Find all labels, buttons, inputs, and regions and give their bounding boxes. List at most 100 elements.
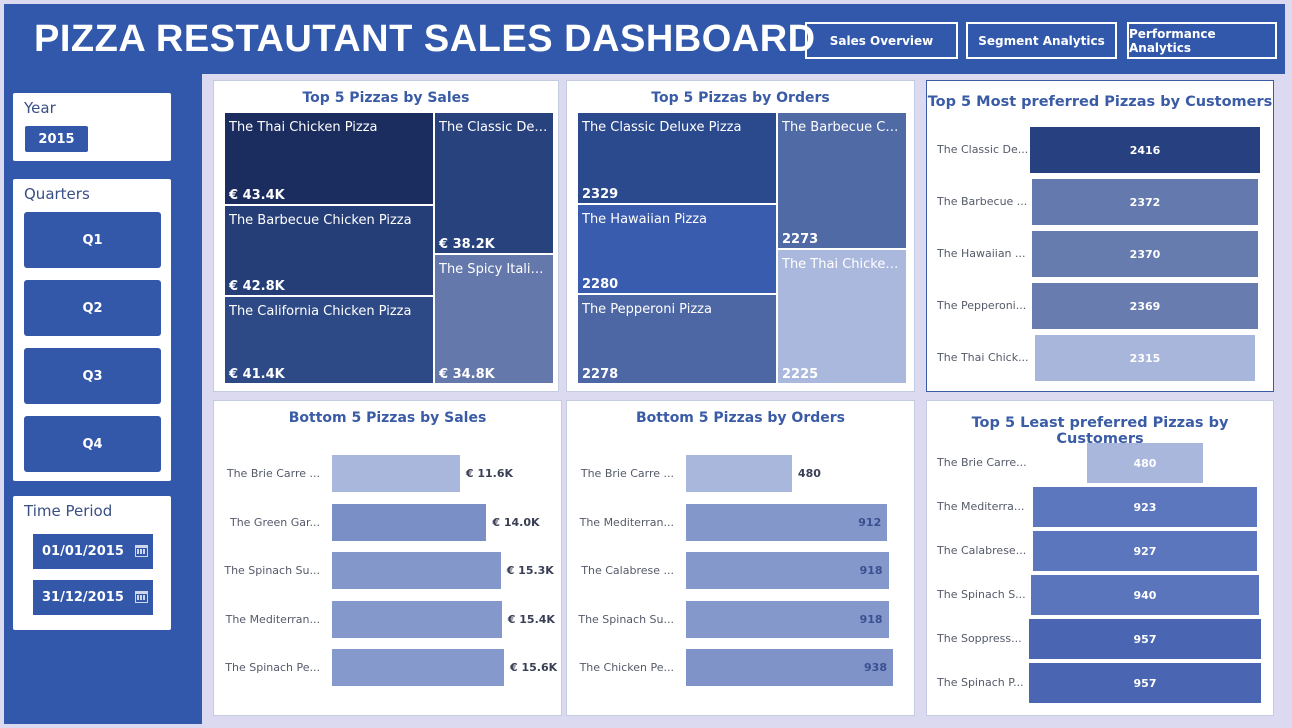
- funnel-bar[interactable]: 2369: [1032, 283, 1258, 329]
- nav-sales-overview-button[interactable]: Sales Overview: [805, 22, 958, 59]
- tile-value: 2278: [582, 367, 619, 382]
- quarter-q4-button[interactable]: Q4: [24, 416, 161, 472]
- funnel-value-label: 957: [1133, 676, 1157, 690]
- treemap-tile[interactable]: The Spicy Italia... € 34.8K: [434, 254, 554, 384]
- treemap-tile[interactable]: The Barbecue Ch... 2273: [777, 112, 907, 249]
- nav-performance-analytics-button[interactable]: Performance Analytics: [1127, 22, 1277, 59]
- tile-value: € 42.8K: [229, 279, 285, 294]
- treemap-tile[interactable]: The Pepperoni Pizza 2278: [577, 294, 777, 384]
- page-title: PIZZA RESTAUTANT SALES DASHBOARD: [34, 18, 816, 60]
- bar-category-label: The Brie Carre ...: [580, 467, 674, 480]
- tile-value: € 41.4K: [229, 367, 285, 382]
- year-chip[interactable]: 2015: [25, 126, 88, 152]
- funnel-category-label: The Brie Carre...: [937, 456, 1027, 469]
- bar[interactable]: [332, 649, 504, 686]
- funnel-bar[interactable]: 2370: [1032, 231, 1258, 277]
- funnel-value-label: 2416: [1129, 143, 1161, 157]
- bar-value-label: 918: [859, 564, 883, 577]
- treemap-tile[interactable]: The Thai Chicken Pizza € 43.4K: [224, 112, 434, 205]
- top-sales-title: Top 5 Pizzas by Sales: [302, 90, 470, 106]
- quarter-q1-button[interactable]: Q1: [24, 212, 161, 268]
- tile-name: The Thai Chicken...: [782, 257, 902, 272]
- funnel-value-label: 2370: [1129, 247, 1161, 261]
- quarters-filter-card: Quarters Q1 Q2 Q3 Q4: [13, 179, 171, 481]
- start-date-value: 01/01/2015: [42, 544, 124, 559]
- funnel-value-label: 940: [1133, 588, 1157, 602]
- funnel-value-label: 2315: [1129, 351, 1161, 365]
- tile-name: The Barbecue Chicken Pizza: [229, 213, 412, 228]
- treemap-tile[interactable]: The Thai Chicken... 2225: [777, 249, 907, 384]
- time-period-card: Time Period 01/01/2015 31/12/2015: [13, 496, 171, 630]
- calendar-icon[interactable]: [135, 545, 148, 557]
- tile-value: 2273: [782, 232, 819, 247]
- most-preferred-funnel-panel: Top 5 Most preferred Pizzas by Customers…: [926, 80, 1274, 392]
- tile-value: 2225: [782, 367, 819, 382]
- start-date-field[interactable]: 01/01/2015: [33, 534, 153, 569]
- treemap-tile[interactable]: The Classic Del... € 38.2K: [434, 112, 554, 254]
- end-date-value: 31/12/2015: [42, 590, 124, 605]
- bar-value-label: € 11.6K: [465, 467, 514, 480]
- funnel-category-label: The Mediterra...: [937, 500, 1025, 513]
- funnel-bar[interactable]: 927: [1032, 531, 1258, 571]
- bar-value-label: € 14.0K: [492, 515, 540, 529]
- bar-category-label: The Spinach Su...: [224, 564, 320, 577]
- funnel-value-label: 927: [1133, 544, 1157, 558]
- bar[interactable]: [332, 455, 460, 492]
- funnel-value-label: 923: [1133, 500, 1157, 514]
- quarter-q3-button[interactable]: Q3: [24, 348, 161, 404]
- bar[interactable]: [332, 503, 487, 541]
- funnel-bar[interactable]: 940: [1031, 575, 1259, 615]
- treemap-tile[interactable]: The Classic Deluxe Pizza 2329: [577, 112, 777, 204]
- funnel-category-label: The Calabrese...: [937, 544, 1027, 557]
- end-date-field[interactable]: 31/12/2015: [33, 580, 153, 615]
- top-orders-title: Top 5 Pizzas by Orders: [651, 90, 830, 106]
- funnel-bar[interactable]: 2315: [1034, 335, 1256, 381]
- funnel-bar[interactable]: 2372: [1032, 179, 1258, 225]
- funnel-value-label: 2369: [1129, 299, 1161, 313]
- bar[interactable]: [332, 600, 502, 638]
- funnel-bar[interactable]: 480: [1086, 443, 1204, 483]
- year-filter-card: Year 2015: [13, 93, 171, 161]
- treemap-tile[interactable]: The Barbecue Chicken Pizza € 42.8K: [224, 205, 434, 296]
- tile-value: € 38.2K: [439, 237, 495, 252]
- treemap-tile[interactable]: The Hawaiian Pizza 2280: [577, 204, 777, 294]
- bar-category-label: The Brie Carre ...: [226, 467, 320, 480]
- bar-value-label: 480: [797, 467, 821, 480]
- bar-value-label: 938: [864, 661, 887, 674]
- tile-name: The Spicy Italia...: [439, 262, 549, 277]
- bar-category-label: The Chicken Pe...: [579, 661, 674, 674]
- bottom-orders-title: Bottom 5 Pizzas by Orders: [636, 410, 845, 426]
- funnel-bar[interactable]: 923: [1033, 487, 1257, 527]
- bar-category-label: The Green Gar...: [229, 515, 320, 529]
- funnel-bar[interactable]: 2416: [1030, 127, 1260, 173]
- least-preferred-funnel-panel: Top 5 Least preferred Pizzas by Customer…: [926, 400, 1274, 716]
- bar-category-label: The Mediterran...: [225, 612, 320, 626]
- funnel-category-label: The Spinach P...: [937, 676, 1024, 689]
- bar-value-label: 912: [858, 515, 882, 529]
- funnel-bar[interactable]: 957: [1029, 663, 1261, 703]
- bar-value-label: 918: [859, 612, 883, 626]
- bar[interactable]: [332, 552, 501, 589]
- bar-category-label: The Mediterran...: [579, 515, 674, 529]
- funnel-category-label: The Thai Chick...: [937, 351, 1029, 364]
- bar-value-label: € 15.3K: [506, 564, 554, 577]
- tile-name: The Pepperoni Pizza: [582, 302, 712, 317]
- quarter-q2-button[interactable]: Q2: [24, 280, 161, 336]
- calendar-icon[interactable]: [135, 591, 148, 603]
- year-filter-label: Year: [24, 99, 56, 117]
- tile-name: The Barbecue Ch...: [782, 120, 902, 135]
- quarters-filter-label: Quarters: [24, 185, 90, 203]
- time-period-label: Time Period: [24, 502, 113, 520]
- tile-name: The California Chicken Pizza: [229, 304, 412, 319]
- nav-segment-analytics-button[interactable]: Segment Analytics: [966, 22, 1117, 59]
- bar[interactable]: [686, 455, 792, 492]
- top-orders-treemap-panel: Top 5 Pizzas by Orders The Classic Delux…: [566, 80, 915, 392]
- treemap-tile[interactable]: The California Chicken Pizza € 41.4K: [224, 296, 434, 384]
- bottom-sales-chart-panel: Bottom 5 Pizzas by Sales The Brie Carre …: [213, 400, 562, 716]
- funnel-category-label: The Hawaiian ...: [937, 247, 1026, 260]
- bar-category-label: The Spinach Pe...: [225, 661, 320, 674]
- tile-name: The Classic Deluxe Pizza: [582, 120, 742, 135]
- funnel-category-label: The Classic De...: [937, 143, 1029, 156]
- funnel-value-label: 2372: [1129, 195, 1161, 209]
- funnel-bar[interactable]: 957: [1029, 619, 1261, 659]
